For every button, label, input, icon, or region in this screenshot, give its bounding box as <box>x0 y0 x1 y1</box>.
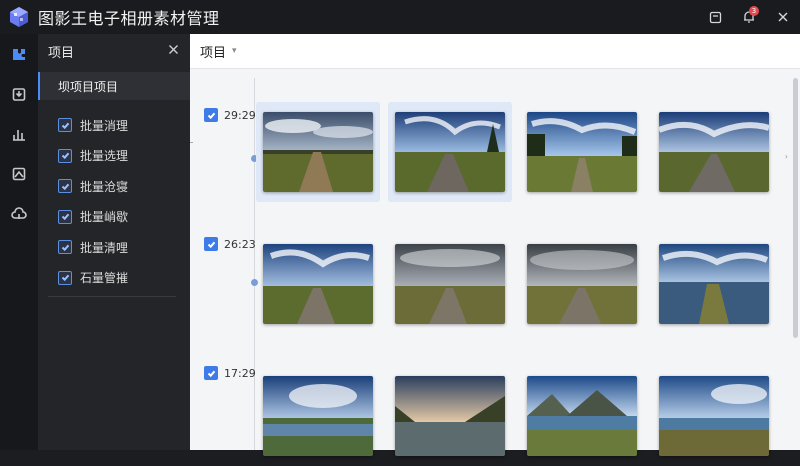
panel-list-item[interactable]: 批量清哩 <box>38 232 190 263</box>
left-rail <box>0 34 38 450</box>
photo-road-trees <box>395 112 505 192</box>
check-icon <box>61 244 69 251</box>
check-icon <box>61 213 69 221</box>
panel-close-button[interactable] <box>164 42 182 60</box>
group-header[interactable]: 17:29 <box>204 366 256 380</box>
rail-item-stats[interactable] <box>0 114 38 154</box>
thumbnail[interactable] <box>388 102 512 202</box>
divider-tick <box>190 142 193 143</box>
chevron-down-icon[interactable]: ▾ <box>232 46 237 56</box>
puzzle-icon <box>13 49 25 60</box>
panel-list-item[interactable]: 批量选理 <box>38 141 190 172</box>
panel-list-item-label: 批量选理 <box>80 149 129 164</box>
group-label: 26:23 <box>224 237 256 251</box>
panel-list-item-label: 批量峭歇 <box>80 210 129 225</box>
thumbnail[interactable] <box>520 366 644 466</box>
check-icon <box>61 122 69 129</box>
photo-trail-forest <box>527 112 637 192</box>
panel-list-item[interactable]: 批量峭歇 <box>38 202 190 233</box>
thumbnail[interactable] <box>256 102 380 202</box>
image-edit-icon <box>12 167 26 181</box>
thumbnail[interactable] <box>520 102 644 202</box>
thumbnail[interactable] <box>652 366 776 466</box>
window-mode-icon <box>709 11 721 23</box>
timeline-line <box>254 78 255 450</box>
panel-list: 批量消理 批量选理 批量沧寝 批量峭歇 批量清哩 石量管摧 <box>38 110 190 293</box>
vertical-scrollbar[interactable] <box>793 78 798 338</box>
rail-item-image-edit[interactable] <box>0 154 38 194</box>
close-icon <box>168 45 178 54</box>
thumbnail[interactable] <box>520 234 644 334</box>
notification-badge: 3 <box>749 6 759 16</box>
stats-icon <box>13 130 25 141</box>
check-icon <box>207 241 215 248</box>
check-icon <box>61 152 69 160</box>
panel-list-item-label: 批量沧寝 <box>80 179 129 194</box>
rail-item-materials[interactable] <box>0 34 38 74</box>
checkbox[interactable] <box>58 240 72 255</box>
photo-road-field <box>263 112 373 192</box>
checkbox[interactable] <box>204 108 218 122</box>
thumbnail[interactable] <box>256 234 380 334</box>
main-content: 项目 ▾ › 29:29 26:23 17:29 <box>190 34 800 456</box>
panel-list-item-label: 批量清哩 <box>80 240 129 255</box>
check-icon <box>61 274 69 282</box>
checkbox[interactable] <box>58 270 72 285</box>
group-label: 29:29 <box>224 108 256 122</box>
check-icon <box>207 370 215 377</box>
photo-road-overcast <box>395 244 505 324</box>
group-header[interactable]: 26:23 <box>204 237 256 251</box>
app-title: 图影王电子相册素材管理 <box>38 9 220 28</box>
photo-coast-sky <box>659 376 769 456</box>
panel-list-item-label: 石量管摧 <box>80 271 129 286</box>
photo-sunset-valley <box>395 376 505 456</box>
chevron-right-icon: › <box>784 152 788 161</box>
panel-title: 项目 <box>48 45 75 61</box>
notification-button[interactable]: 3 <box>732 0 766 34</box>
project-panel: 项目 坝项目项目 批量消理 批量选理 批量沧寝 批量峭歇 批量清哩 石量管摧 <box>38 34 190 450</box>
window-mode-button[interactable] <box>698 0 732 34</box>
title-bar: 图影王电子相册素材管理 3 <box>0 0 800 34</box>
check-icon <box>61 183 69 190</box>
panel-list-item[interactable]: 批量沧寝 <box>38 171 190 202</box>
photo-mountain-lake <box>527 376 637 456</box>
thumbnail-row <box>256 102 784 202</box>
panel-list-item[interactable]: 批量消理 <box>38 110 190 141</box>
thumbnail[interactable] <box>652 102 776 202</box>
photo-road-clouds <box>263 244 373 324</box>
thumbnail[interactable] <box>256 366 380 466</box>
import-icon <box>12 88 26 101</box>
checkbox[interactable] <box>204 366 218 380</box>
thumbnail[interactable] <box>388 366 512 466</box>
rail-item-import[interactable] <box>0 74 38 114</box>
photo-lake-path <box>659 244 769 324</box>
checkbox[interactable] <box>204 237 218 251</box>
close-icon <box>778 12 788 22</box>
checkbox[interactable] <box>58 179 72 194</box>
checkbox[interactable] <box>58 118 72 133</box>
rail-item-cloud[interactable] <box>0 194 38 234</box>
checkbox[interactable] <box>58 209 72 224</box>
group-header[interactable]: 29:29 <box>204 108 256 122</box>
thumbnail[interactable] <box>652 234 776 334</box>
thumbnail[interactable] <box>388 234 512 334</box>
checkbox[interactable] <box>58 148 72 163</box>
photo-road-storm <box>527 244 637 324</box>
panel-list-item[interactable]: 石量管摧 <box>38 263 190 294</box>
panel-header: 项目 <box>38 34 190 68</box>
cloud-icon <box>11 207 27 219</box>
close-window-button[interactable] <box>766 0 800 34</box>
thumbnail-row <box>256 366 784 466</box>
main-title[interactable]: 项目 <box>200 42 226 61</box>
group-label: 17:29 <box>224 366 256 380</box>
app-logo-icon <box>10 7 28 27</box>
photo-road-horizon <box>659 112 769 192</box>
main-header: 项目 ▾ <box>190 34 800 69</box>
check-icon <box>207 112 215 119</box>
thumbnail-row <box>256 234 784 334</box>
panel-list-item-label: 批量消理 <box>80 118 129 133</box>
panel-divider <box>48 296 176 297</box>
panel-selected-item[interactable]: 坝项目项目 <box>38 72 190 100</box>
photo-lake-clouds <box>263 376 373 456</box>
